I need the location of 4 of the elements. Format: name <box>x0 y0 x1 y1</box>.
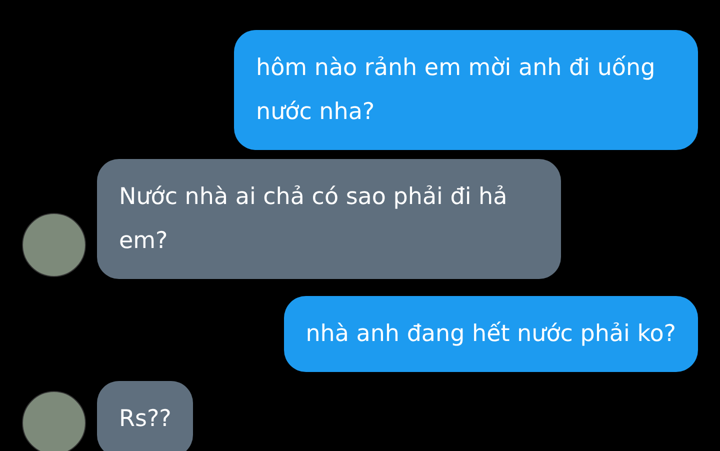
received-message: Rs?? <box>97 381 194 451</box>
sent-message: nhà anh đang hết nước phải ko? <box>284 296 698 372</box>
received-message: Nước nhà ai chả có sao phải đi hả em? <box>97 159 561 279</box>
sent-message: hôm nào rảnh em mời anh đi uống nước nha? <box>234 30 698 150</box>
